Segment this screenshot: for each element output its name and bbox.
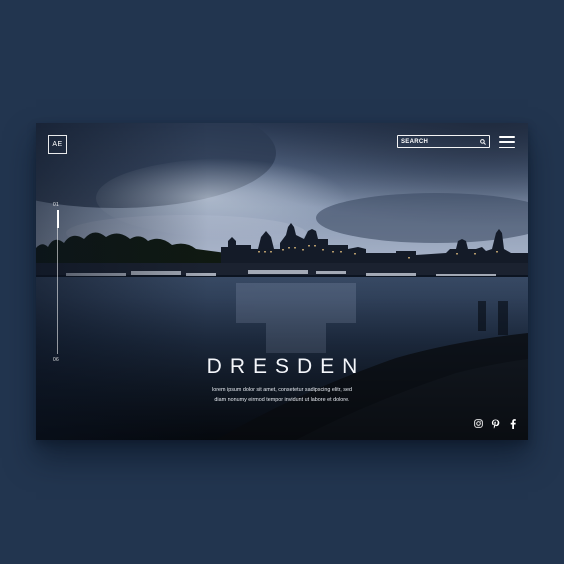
search-input[interactable]: SEARCH [397,135,490,148]
menu-line [499,136,515,138]
facebook-icon[interactable] [507,418,518,429]
hamburger-menu-button[interactable] [499,136,515,148]
search-label: SEARCH [401,138,429,145]
slide-progress-indicator [56,210,59,228]
hero-card: AE SEARCH 01 06 DRESDEN lorem ipsum dolo… [36,123,528,440]
pinterest-icon[interactable] [490,418,501,429]
hero-description-line-1: lorem ipsum dolor sit amet, consetetur s… [212,387,352,393]
hero-title: DRESDEN [206,355,366,378]
slide-progress-track[interactable] [57,210,58,354]
search-icon[interactable] [480,138,486,145]
social-links [473,418,518,429]
slide-current-number: 01 [53,202,59,208]
menu-line [499,141,515,143]
logo[interactable]: AE [48,135,67,154]
menu-line [499,146,515,148]
instagram-icon[interactable] [473,418,484,429]
hero-description: lorem ipsum dolor sit amet, consetetur s… [196,385,368,405]
hero-description-line-2: diam nonumy eirmod tempor invidunt ut la… [214,397,350,403]
